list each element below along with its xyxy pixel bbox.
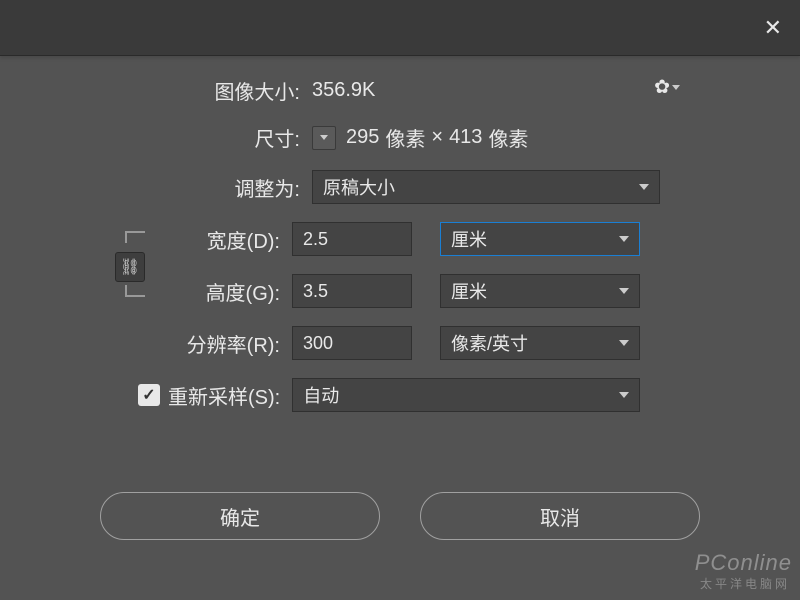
image-size-label: 图像大小: bbox=[0, 76, 300, 105]
dialog-content: 图像大小: 356.9K 尺寸: 295 像素 × 413 像素 调整为: 原稿… bbox=[0, 56, 800, 540]
chevron-down-icon bbox=[619, 340, 629, 346]
resolution-input[interactable] bbox=[292, 326, 412, 360]
dimensions-value: 295 像素 × 413 像素 bbox=[346, 123, 528, 152]
resolution-row: 分辨率(R): 像素/英寸 bbox=[0, 326, 800, 360]
image-size-value: 356.9K bbox=[312, 79, 375, 102]
chevron-down-icon bbox=[672, 85, 680, 90]
height-label: 高度(G): bbox=[170, 277, 280, 306]
titlebar: ✕ bbox=[0, 0, 800, 56]
width-unit-select[interactable]: 厘米 bbox=[440, 222, 640, 256]
dim-width: 295 bbox=[346, 126, 379, 149]
resample-value: 自动 bbox=[303, 382, 339, 408]
resample-label: 重新采样(S): bbox=[168, 381, 280, 410]
resample-checkbox[interactable]: ✓ bbox=[138, 384, 160, 406]
height-unit-select[interactable]: 厘米 bbox=[440, 274, 640, 308]
times-symbol: × bbox=[431, 126, 443, 149]
link-constraint-bracket: ⛓ bbox=[115, 220, 155, 310]
fit-to-row: 调整为: 原稿大小 bbox=[0, 170, 800, 204]
image-size-row: 图像大小: 356.9K bbox=[0, 76, 800, 105]
resample-select[interactable]: 自动 bbox=[292, 378, 640, 412]
width-label: 宽度(D): bbox=[170, 225, 280, 254]
chevron-down-icon bbox=[619, 288, 629, 294]
dimensions-unit-button[interactable] bbox=[312, 126, 336, 150]
height-unit-value: 厘米 bbox=[451, 278, 487, 304]
dimensions-row: 尺寸: 295 像素 × 413 像素 bbox=[0, 123, 800, 152]
resolution-unit-value: 像素/英寸 bbox=[451, 330, 528, 356]
resample-row: ✓ 重新采样(S): 自动 bbox=[0, 378, 800, 412]
cancel-button[interactable]: 取消 bbox=[420, 492, 700, 540]
chevron-down-icon bbox=[619, 236, 629, 242]
gear-icon: ✿ bbox=[654, 77, 670, 98]
chevron-down-icon bbox=[639, 184, 649, 190]
width-unit-value: 厘米 bbox=[451, 226, 487, 252]
chevron-down-icon bbox=[619, 392, 629, 398]
dim-height: 413 bbox=[449, 126, 482, 149]
fit-to-value: 原稿大小 bbox=[323, 174, 395, 200]
close-icon[interactable]: ✕ bbox=[764, 15, 782, 41]
px-label-1: 像素 bbox=[385, 123, 425, 152]
width-input[interactable] bbox=[292, 222, 412, 256]
height-input[interactable] bbox=[292, 274, 412, 308]
px-label-2: 像素 bbox=[488, 123, 528, 152]
watermark-text: 太平洋电脑网 bbox=[700, 575, 790, 592]
watermark-logo: PConline bbox=[695, 550, 792, 576]
resolution-unit-select[interactable]: 像素/英寸 bbox=[440, 326, 640, 360]
ok-button[interactable]: 确定 bbox=[100, 492, 380, 540]
button-row: 确定 取消 bbox=[0, 492, 800, 540]
dimensions-label: 尺寸: bbox=[120, 123, 300, 152]
fit-to-select[interactable]: 原稿大小 bbox=[312, 170, 660, 204]
settings-menu-button[interactable]: ✿ bbox=[654, 76, 680, 99]
resolution-label: 分辨率(R): bbox=[100, 329, 280, 358]
link-icon[interactable]: ⛓ bbox=[115, 252, 145, 282]
fit-to-label: 调整为: bbox=[120, 173, 300, 202]
